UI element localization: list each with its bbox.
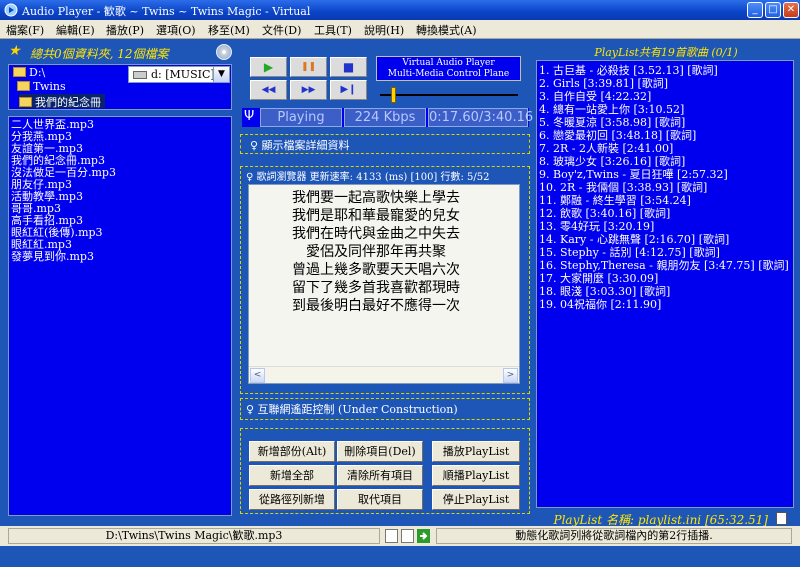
menu-edit[interactable]: 編輯(E) xyxy=(56,22,95,38)
remote-control-toggle[interactable]: ♀ 互聯網遙距控制 (Under Construction) xyxy=(246,401,458,417)
playlist-item[interactable]: 19. 04祝福你 [2:11.90] xyxy=(539,299,661,311)
drive-select-value: d: [MUSIC] xyxy=(151,68,215,81)
playlist-item[interactable]: 11. 鄭融 - 終生學習 [3:54.24] xyxy=(539,195,691,207)
time-readout: 0:17.60/3:40.16 xyxy=(428,108,534,127)
lyric-line: 曾過上幾多歌要天天唱六次 xyxy=(292,262,460,278)
playlist-item[interactable]: 10. 2R - 我倆個 [3:38.93] [歌詞] xyxy=(539,182,707,194)
bitrate-readout: 224 Kbps xyxy=(344,108,426,127)
playback-state: Playing xyxy=(260,108,342,127)
scroll-right-arrow[interactable]: > xyxy=(503,368,518,383)
cd-icon[interactable] xyxy=(216,44,232,60)
current-file-path: D:\Twins\Twins Magic\歓歌.mp3 xyxy=(8,528,380,544)
copy-icon[interactable] xyxy=(385,529,398,543)
menu-convert-mode[interactable]: 轉換模式(A) xyxy=(416,22,477,38)
star-icon: ★ xyxy=(8,43,21,59)
previous-button[interactable]: ◀◀ xyxy=(250,80,287,100)
paste-icon[interactable] xyxy=(401,529,414,543)
lyric-line: 我們在時代與金曲之中失去 xyxy=(292,226,460,242)
drive-icon xyxy=(133,71,147,79)
tree-item-root[interactable]: D:\ xyxy=(13,66,45,80)
playback-status-strip: Ψ Playing 224 Kbps 0:17.60/3:40.16 xyxy=(242,108,534,127)
delete-item-button[interactable]: 刪除項目(Del) xyxy=(337,441,423,462)
status-bar: D:\Twins\Twins Magic\歓歌.mp3 動態化歌詞列將從歌詞檔內… xyxy=(0,526,800,546)
pause-button[interactable]: ❚❚ xyxy=(290,57,327,77)
playlist-item[interactable]: 4. 總有一站愛上你 [3:10.52] xyxy=(539,104,684,116)
copy-icon[interactable] xyxy=(776,512,787,525)
close-button[interactable]: ✕ xyxy=(783,2,799,18)
stop-button[interactable]: ■ xyxy=(330,57,367,77)
psi-icon: Ψ xyxy=(244,109,255,124)
tree-item-selected[interactable]: 我們的紀念冊 xyxy=(19,94,105,109)
folder-stats-text: 總共0個資料夾, 12個檔案 xyxy=(30,47,169,61)
lyric-line: 到最後明白最好不應得一次 xyxy=(292,298,460,314)
title-bar: Audio Player - 歓歌 ~ Twins ~ Twins Magic … xyxy=(0,0,800,20)
folder-icon xyxy=(17,81,30,91)
clear-all-button[interactable]: 清除所有項目 xyxy=(337,465,423,486)
play-playlist-button[interactable]: 播放PlayList xyxy=(432,441,520,462)
playlist-item[interactable]: 17. 大家開麼 [3:30.09] xyxy=(539,273,658,285)
add-from-path-button[interactable]: 從路徑列新增 xyxy=(249,489,335,510)
menu-play[interactable]: 播放(P) xyxy=(106,22,144,38)
playlist-list[interactable]: 1. 古巨基 - 必殺技 [3.52.13] [歌詞] 2. Girls [3:… xyxy=(536,60,794,508)
menu-file[interactable]: 檔案(F) xyxy=(6,22,44,38)
drive-select[interactable]: d: [MUSIC] ▼ xyxy=(128,66,230,83)
menu-help[interactable]: 說明(H) xyxy=(364,22,404,38)
playlist-item[interactable]: 18. 眼淺 [3:03.30] [歌詞] xyxy=(539,286,670,298)
next-button[interactable]: ▶▶ xyxy=(290,80,327,100)
lyric-line: 留下了幾多首我喜歡都現時 xyxy=(292,280,460,296)
lyrics-browser-header[interactable]: ♀ 歌詞瀏覽器 更新速率: 4133 (ms) [100] 行數: 5/52 xyxy=(246,168,490,183)
file-list[interactable]: 二人世界盃.mp3 分我燕.mp3 友誼第一.mp3 我們的紀念冊.mp3 沒法… xyxy=(8,116,232,516)
file-detail-toggle[interactable]: ♀ 顯示檔案詳細資料 xyxy=(250,137,350,153)
volume-slider-handle[interactable] xyxy=(391,87,397,103)
menu-bar: 檔案(F) 編輯(E) 播放(P) 選項(O) 移至(M) 文件(D) 工具(T… xyxy=(0,20,800,39)
skip-end-button[interactable]: ▶❙ xyxy=(330,80,367,100)
scroll-left-arrow[interactable]: < xyxy=(250,368,265,383)
menu-tools[interactable]: 工具(T) xyxy=(314,22,352,38)
menu-goto[interactable]: 移至(M) xyxy=(208,22,250,38)
replace-item-button[interactable]: 取代項目 xyxy=(337,489,423,510)
lyrics-view[interactable]: 我們要一起高歌快樂上學去 我們是耶和華最寵愛的兒女 我們在時代與金曲之中失去 愛… xyxy=(248,184,520,384)
folder-icon xyxy=(13,67,26,77)
playlist-item[interactable]: 12. 飲歌 [3:40.16] [歌詞] xyxy=(539,208,670,220)
playlist-item[interactable]: 9. Boy'z,Twins - 夏日狂嘩 [2:57.32] xyxy=(539,169,728,181)
file-item[interactable]: 發夢見到你.mp3 xyxy=(11,251,94,263)
playlist-item[interactable]: 6. 戀愛最初回 [3:48.18] [歌詞] xyxy=(539,130,696,142)
control-plane-label: Virtual Audio Player Multi-Media Control… xyxy=(376,56,521,81)
chevron-down-icon[interactable]: ▼ xyxy=(213,67,229,82)
folder-stats: ★ 總共0個資料夾, 12個檔案 xyxy=(8,43,232,62)
playlist-item[interactable]: 2. Girls [3:39.81] [歌詞] xyxy=(539,78,668,90)
lyric-line: 我們要一起高歌快樂上學去 xyxy=(292,190,460,206)
playlist-item[interactable]: 7. 2R - 2人新裝 [2:41.00] xyxy=(539,143,673,155)
play-button[interactable]: ▶ xyxy=(250,57,287,77)
playlist-item[interactable]: 15. Stephy - 話別 [4:12.75] [歌詞] xyxy=(539,247,720,259)
playlist-item[interactable]: 16. Stephy,Theresa - 親朋勿友 [3:47.75] [歌詞] xyxy=(539,260,789,272)
lyrics-horizontal-scrollbar[interactable]: < > xyxy=(249,366,519,383)
lyric-line: 愛侶及同伴那年再共聚 xyxy=(306,244,446,260)
lyric-line: 我們是耶和華最寵愛的兒女 xyxy=(292,208,460,224)
playlist-item[interactable]: 3. 自作自受 [4:22.32] xyxy=(539,91,651,103)
menu-options[interactable]: 選項(O) xyxy=(156,22,196,38)
volume-slider-track[interactable] xyxy=(380,94,518,96)
playlist-item[interactable]: 1. 古巨基 - 必殺技 [3.52.13] [歌詞] xyxy=(539,65,718,77)
playlist-item[interactable]: 13. 零4好玩 [3:20.19] xyxy=(539,221,654,233)
menu-document[interactable]: 文件(D) xyxy=(262,22,301,38)
status-message: 動態化歌詞列將從歌詞檔內的第2行插播. xyxy=(436,528,792,544)
arrow-right-icon[interactable] xyxy=(417,529,430,543)
stop-playlist-button[interactable]: 停止PlayList xyxy=(432,489,520,510)
app-icon xyxy=(4,3,18,17)
minimize-button[interactable]: _ xyxy=(747,2,763,18)
window-title: Audio Player - 歓歌 ~ Twins ~ Twins Magic … xyxy=(22,5,311,18)
sequential-playlist-button[interactable]: 順播PlayList xyxy=(432,465,520,486)
tree-item-twins[interactable]: Twins xyxy=(17,80,66,94)
add-all-button[interactable]: 新增全部 xyxy=(249,465,335,486)
playlist-item[interactable]: 5. 冬暖夏涼 [3:58.98] [歌詞] xyxy=(539,117,685,129)
playlist-item[interactable]: 8. 玻璃少女 [3:26.16] [歌詞] xyxy=(539,156,685,168)
playlist-item[interactable]: 14. Kary - 心跳無聲 [2:16.70] [歌詞] xyxy=(539,234,729,246)
bottom-strip xyxy=(0,546,800,567)
folder-open-icon xyxy=(19,97,32,107)
maximize-button[interactable]: □ xyxy=(765,2,781,18)
playlist-title: PlayList共有19首歌曲 (0/1) xyxy=(594,46,738,59)
add-part-button[interactable]: 新增部份(Alt) xyxy=(249,441,335,462)
